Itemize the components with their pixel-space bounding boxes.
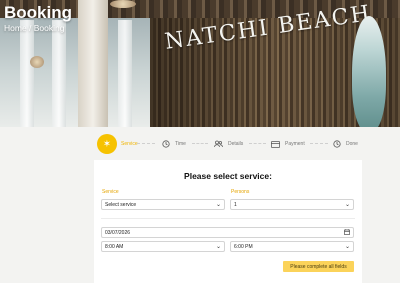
wooden-post (78, 0, 108, 127)
breadcrumb: Home / Booking (4, 23, 65, 33)
step-details[interactable]: Details (213, 134, 243, 154)
step-label: Time (175, 141, 186, 147)
clock-icon (331, 139, 342, 150)
curtain (52, 20, 66, 127)
booking-steps: ✶ Service Time Details Payment Done (0, 134, 400, 154)
curtain (118, 20, 132, 127)
step-service[interactable]: ✶ Service (97, 134, 138, 154)
chevron-down-icon: ⌄ (215, 202, 221, 208)
end-time-value: 6:00 PM (234, 243, 253, 250)
end-time-select[interactable]: 6:00 PM ⌄ (230, 241, 354, 252)
credit-card-icon (270, 139, 281, 150)
step-label: Payment (285, 141, 305, 147)
sparkle-icon: ✶ (97, 134, 117, 154)
start-time-value: 8:00 AM (105, 243, 124, 250)
step-done[interactable]: Done (331, 134, 358, 154)
service-label: Service (102, 189, 119, 195)
chevron-down-icon: ⌄ (344, 244, 350, 250)
step-divider (249, 143, 266, 144)
users-icon (213, 139, 224, 150)
step-time[interactable]: Time (160, 134, 186, 154)
hero-banner: NATCHI BEACH Booking Home / Booking (0, 0, 400, 127)
booking-form-card: Please select service: Service Select se… (94, 160, 362, 283)
persons-label: Persons (231, 189, 250, 195)
step-label: Details (228, 141, 244, 147)
calendar-icon[interactable] (344, 229, 350, 237)
clock-icon (160, 139, 171, 150)
service-select-value: Select service (105, 201, 137, 208)
service-select[interactable]: Select service ⌄ (101, 199, 225, 210)
submit-button[interactable]: Please complete all fields (283, 261, 354, 272)
step-divider (310, 143, 328, 144)
lamp (110, 0, 136, 8)
form-heading: Please select service: (184, 171, 272, 181)
date-input-value: 03/07/2026 (105, 229, 131, 236)
surfboard (352, 16, 386, 127)
lamp (30, 56, 44, 68)
start-time-select[interactable]: 8:00 AM ⌄ (101, 241, 225, 252)
persons-select-value: 1 (234, 201, 237, 208)
step-divider (192, 143, 208, 144)
step-label: Service (121, 141, 138, 147)
chevron-down-icon: ⌄ (344, 202, 350, 208)
step-label: Done (346, 141, 358, 147)
chevron-down-icon: ⌄ (215, 244, 221, 250)
step-payment[interactable]: Payment (270, 134, 305, 154)
curtain (20, 20, 34, 127)
step-divider (137, 143, 155, 144)
page-title: Booking (4, 3, 72, 22)
date-input[interactable]: 03/07/2026 (101, 227, 354, 238)
persons-select[interactable]: 1 ⌄ (230, 199, 354, 210)
form-divider (101, 218, 355, 219)
